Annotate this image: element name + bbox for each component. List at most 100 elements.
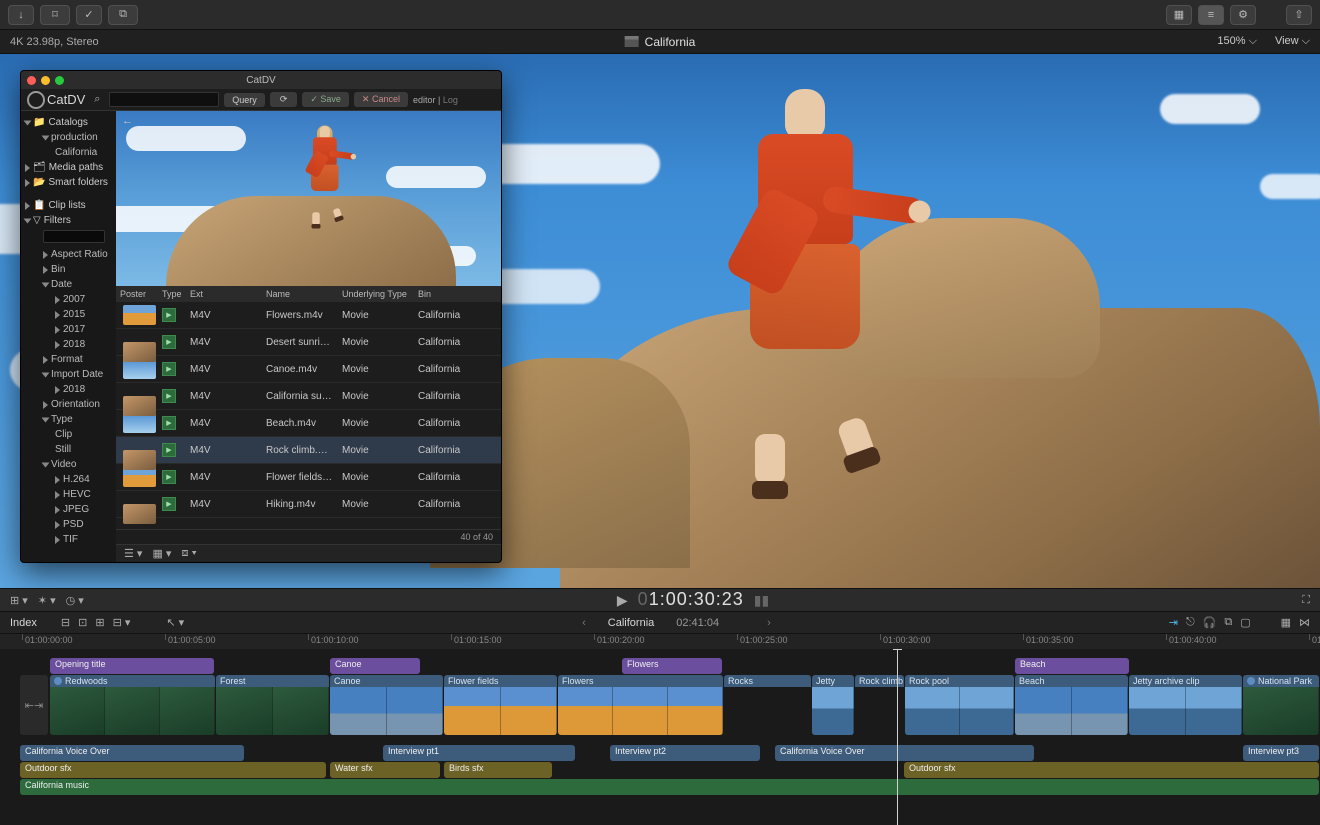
filter-input[interactable] xyxy=(43,230,105,243)
video-clip[interactable]: Flower fields xyxy=(444,675,557,735)
inspector-button[interactable]: ⚙ xyxy=(1230,5,1256,25)
sidebar-video[interactable]: Video xyxy=(21,457,116,472)
table-row[interactable]: ▶M4VCanoe.m4vMovieCalifornia xyxy=(116,356,501,383)
pointer-tool[interactable]: ↖ ▾ xyxy=(166,616,184,629)
sidebar-type-clip[interactable]: Clip xyxy=(21,427,116,442)
audio-skimming-button[interactable]: ⎋ xyxy=(1186,616,1195,629)
audio-clip[interactable]: California music xyxy=(20,779,1319,795)
range-tool[interactable]: ⊞ xyxy=(95,616,104,629)
sidebar-filters[interactable]: ▽ Filters xyxy=(21,213,116,228)
video-clip[interactable]: Beach xyxy=(1015,675,1128,735)
share-button[interactable]: ⇧ xyxy=(1286,5,1312,25)
audio-clip[interactable]: Interview pt3 xyxy=(1243,745,1319,761)
audio-clip[interactable]: Interview pt1 xyxy=(383,745,575,761)
catdv-search-input[interactable] xyxy=(109,92,219,107)
video-clip[interactable]: Rocks xyxy=(724,675,811,735)
trim-tool[interactable]: ⊟ xyxy=(61,616,70,629)
next-edit-button[interactable]: › xyxy=(767,617,771,629)
loop-button[interactable]: ▮▮ xyxy=(754,592,769,609)
sidebar-year-2018[interactable]: 2018 xyxy=(21,337,116,352)
sidebar-orientation[interactable]: Orientation xyxy=(21,397,116,412)
fullscreen-button[interactable]: ⛶ xyxy=(1302,594,1310,607)
clip-appearance-button[interactable]: ⊞ ▾ xyxy=(10,594,28,607)
background-tasks-button[interactable]: ✓ xyxy=(76,5,102,25)
skimming-button[interactable]: ⇥ xyxy=(1169,616,1178,629)
view-dropdown[interactable]: View ⌵ xyxy=(1275,35,1310,48)
sidebar-item-california[interactable]: California xyxy=(21,145,116,160)
audio-clip[interactable]: Birds sfx xyxy=(444,762,552,778)
search-icon[interactable]: ⌕ xyxy=(90,93,104,107)
magnetic-handle[interactable]: ⇤⇥ xyxy=(20,675,48,735)
sidebar-smart-folders[interactable]: 📂 Smart folders xyxy=(21,175,116,190)
audio-clip[interactable]: Outdoor sfx xyxy=(20,762,326,778)
sidebar-bin[interactable]: Bin xyxy=(21,262,116,277)
index-button[interactable]: Index xyxy=(10,617,37,629)
sidebar-jpeg[interactable]: JPEG xyxy=(21,502,116,517)
sidebar-type-still[interactable]: Still xyxy=(21,442,116,457)
close-button[interactable] xyxy=(27,76,36,85)
table-row[interactable]: ▶M4VRock climb.m4vMovieCalifornia xyxy=(116,437,501,464)
grid-view-icon[interactable]: ▦ ▾ xyxy=(152,547,171,560)
snapping-button[interactable]: ⧉ xyxy=(1224,616,1232,629)
prev-edit-button[interactable]: ‹ xyxy=(582,617,586,629)
timeline-tracks[interactable]: Opening title Canoe Flowers Beach ⇤⇥ Redwoo… xyxy=(0,649,1320,825)
video-clip[interactable]: Flowers xyxy=(558,675,723,735)
sidebar-year-2015[interactable]: 2015 xyxy=(21,307,116,322)
zoom-dropdown[interactable]: 150% ⌵ xyxy=(1217,35,1257,48)
video-clip[interactable]: Jetty xyxy=(812,675,854,735)
effects-button[interactable]: ✶ ▾ xyxy=(38,594,56,607)
table-row[interactable]: ▶M4VBeach.m4vMovieCalifornia xyxy=(116,410,501,437)
audio-clip[interactable]: California Voice Over xyxy=(775,745,1034,761)
table-row[interactable]: ▶M4VHiking.m4vMovieCalifornia xyxy=(116,491,501,518)
sidebar-format[interactable]: Format xyxy=(21,352,116,367)
sidebar-date[interactable]: Date xyxy=(21,277,116,292)
title-clip[interactable]: Canoe xyxy=(330,658,420,674)
audio-clip[interactable]: Outdoor sfx xyxy=(904,762,1319,778)
table-row[interactable]: ▶M4VFlowers.m4vMovieCalifornia xyxy=(116,302,501,329)
solo-button[interactable]: 🎧 xyxy=(1203,616,1217,629)
sidebar-type[interactable]: Type xyxy=(21,412,116,427)
effects-browser-button[interactable]: ▦ xyxy=(1281,616,1291,629)
sidebar-h264[interactable]: H.264 xyxy=(21,472,116,487)
audio-clip[interactable]: California Voice Over xyxy=(20,745,244,761)
import-button[interactable]: ↓ xyxy=(8,5,34,25)
blade-tool[interactable]: ⊟ ▾ xyxy=(113,616,131,629)
sidebar-catalogs[interactable]: 📁 Catalogs xyxy=(21,115,116,130)
sidebar-year-2007[interactable]: 2007 xyxy=(21,292,116,307)
sidebar-tif[interactable]: TIF xyxy=(21,532,116,547)
playhead[interactable] xyxy=(897,649,898,825)
cancel-button[interactable]: ✕ Cancel xyxy=(354,92,408,107)
sidebar-import-date[interactable]: Import Date xyxy=(21,367,116,382)
transitions-browser-button[interactable]: ⋈ xyxy=(1299,616,1310,629)
video-clip[interactable]: National Park xyxy=(1243,675,1319,735)
table-row[interactable]: ▶M4VCalifornia sunset.m4vMovieCalifornia xyxy=(116,383,501,410)
refresh-button[interactable]: ⟳ xyxy=(270,92,298,107)
sidebar-psd[interactable]: PSD xyxy=(21,517,116,532)
query-button[interactable]: Query xyxy=(224,93,265,107)
sidebar-aspect-ratio[interactable]: Aspect Ratio xyxy=(21,247,116,262)
position-tool[interactable]: ⊡ xyxy=(78,616,87,629)
sidebar-clip-lists[interactable]: 📋 Clip lists xyxy=(21,198,116,213)
browser-layout-button[interactable]: ▦ xyxy=(1166,5,1192,25)
extensions-button[interactable]: ⧉ xyxy=(108,5,138,25)
minimize-button[interactable] xyxy=(41,76,50,85)
lane-button[interactable]: ▢ xyxy=(1240,616,1250,629)
sidebar-importdate-2018[interactable]: 2018 xyxy=(21,382,116,397)
timeline-ruler[interactable]: 01:00:00:0001:00:05:0001:00:10:0001:00:1… xyxy=(0,633,1320,649)
save-button[interactable]: ✓ Save xyxy=(302,92,349,107)
sidebar-year-2017[interactable]: 2017 xyxy=(21,322,116,337)
video-clip[interactable]: Redwoods xyxy=(50,675,215,735)
sidebar-hevc[interactable]: HEVC xyxy=(21,487,116,502)
audio-clip[interactable]: Interview pt2 xyxy=(610,745,760,761)
title-clip[interactable]: Flowers xyxy=(622,658,722,674)
list-layout-button[interactable]: ≡ xyxy=(1198,5,1224,25)
title-clip[interactable]: Beach xyxy=(1015,658,1129,674)
title-clip[interactable]: Opening title xyxy=(50,658,214,674)
table-row[interactable]: ▶M4VFlower fields.m4vMovieCalifornia xyxy=(116,464,501,491)
video-clip[interactable]: Forest xyxy=(216,675,329,735)
zoom-button[interactable] xyxy=(55,76,64,85)
play-button[interactable]: ▶ xyxy=(617,592,628,609)
retime-button[interactable]: ◷ ▾ xyxy=(66,594,84,607)
video-clip[interactable]: Jetty archive clip xyxy=(1129,675,1242,735)
sidebar-item-production[interactable]: production xyxy=(21,130,116,145)
